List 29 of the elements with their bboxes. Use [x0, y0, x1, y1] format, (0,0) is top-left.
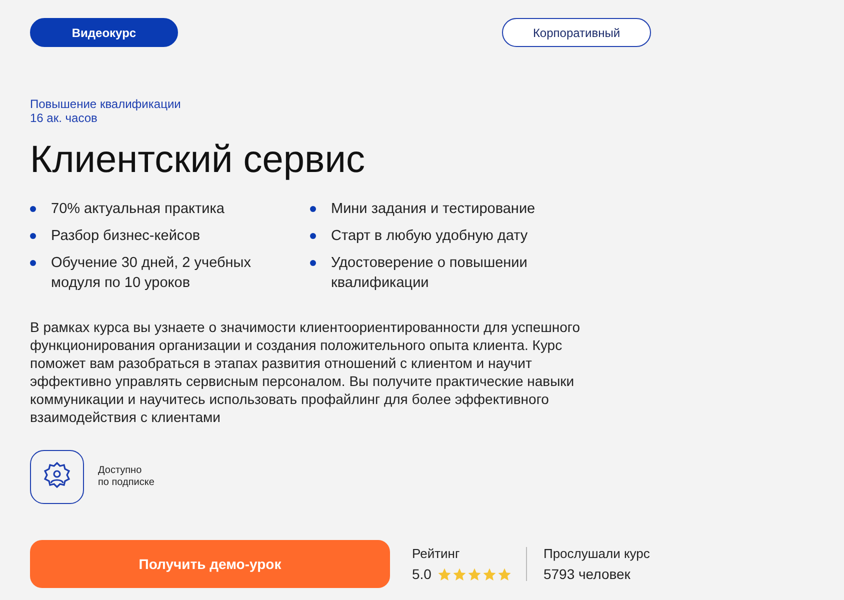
bullet-icon [310, 206, 316, 212]
course-description: В рамках курса вы узнаете о значимости клиентоориентированности для успешного функционирования организации и создания положительного опыта клиента. Курс поможет вам разобраться в этапах развития отношений с клиентом и научит эффективно управлять сервисным персоналом. Вы получите практические навыки коммуникации и научитесь использовать профайлинг для более эффективного взаимодействия с клиентами [30, 318, 581, 426]
bullet-icon [30, 206, 36, 212]
feature-text: Старт в любую удобную дату [331, 227, 529, 246]
tab[interactable]: Видеокурс [30, 18, 178, 47]
bullet-icon [310, 260, 316, 266]
category-label: Повышение квалификации [30, 97, 182, 111]
star-icon [497, 566, 512, 582]
bullet-icon [310, 233, 316, 239]
subscription-text: Доступно [98, 465, 143, 477]
listeners-label: Прослушали курс [543, 545, 650, 563]
hours-label: 16 ак. часов [30, 111, 98, 125]
feature-text: 70% актуальная практика [51, 200, 226, 219]
feature-text: Мини задания и тестирование [331, 200, 536, 219]
star-icon [437, 566, 452, 582]
tab[interactable]: Корпоративный [502, 18, 651, 47]
feature-text: Удостоверение о повышении квалификации [331, 254, 528, 293]
star-icon [452, 566, 468, 582]
rating-label: Рейтинг [412, 545, 461, 563]
feature-text: Разбор бизнес-кейсов [51, 227, 202, 246]
star-icon [482, 566, 498, 582]
star-icon [467, 566, 482, 582]
feature-text: Обучение 30 дней, 2 учебных модуля по 10 уроков [51, 254, 252, 293]
listeners-count: 5793 человек [543, 565, 632, 584]
rating-value: 5.0 [412, 565, 432, 584]
bullet-icon [30, 260, 36, 266]
subscription-text: по подписке [98, 477, 154, 489]
course-title: Клиентский сервис [30, 138, 366, 183]
bullet-icon [30, 233, 36, 239]
